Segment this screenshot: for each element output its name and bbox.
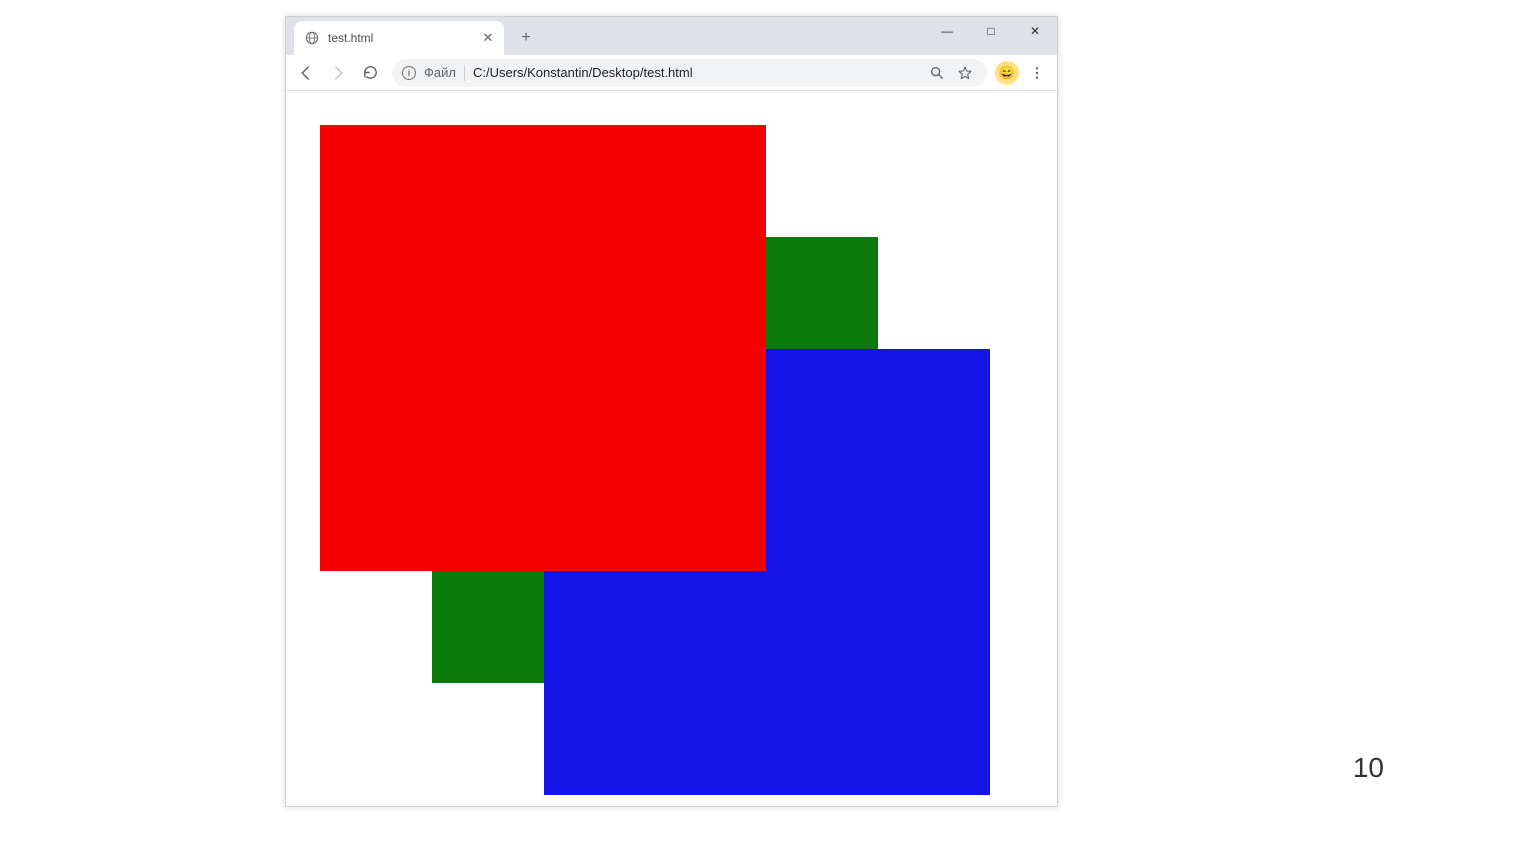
arrow-right-icon: [329, 64, 347, 82]
back-button[interactable]: [292, 59, 320, 87]
bookmark-button[interactable]: [953, 61, 977, 85]
slide-number: 10: [1353, 752, 1384, 784]
new-tab-button[interactable]: +: [512, 24, 540, 52]
tab-title: test.html: [328, 31, 480, 45]
browser-window: test.html ✕ + — □ ✕: [285, 16, 1058, 807]
kebab-icon: [1029, 65, 1045, 81]
red-square: [320, 125, 766, 571]
address-bar[interactable]: i Файл C:/Users/Konstantin/Desktop/test.…: [392, 59, 987, 87]
window-minimize-button[interactable]: —: [925, 17, 969, 45]
url-text: C:/Users/Konstantin/Desktop/test.html: [473, 65, 917, 80]
tab-close-button[interactable]: ✕: [480, 30, 496, 46]
browser-toolbar: i Файл C:/Users/Konstantin/Desktop/test.…: [286, 55, 1057, 91]
file-scheme-label: Файл: [424, 65, 456, 80]
page-viewport: [286, 91, 1057, 806]
menu-button[interactable]: [1023, 59, 1051, 87]
separator: [464, 65, 465, 81]
site-info-icon[interactable]: i: [402, 66, 416, 80]
globe-icon: [304, 30, 320, 46]
zoom-button[interactable]: [925, 61, 949, 85]
star-icon: [957, 65, 973, 81]
window-maximize-button[interactable]: □: [969, 17, 1013, 45]
tab-strip: test.html ✕ + — □ ✕: [286, 17, 1057, 55]
window-close-button[interactable]: ✕: [1013, 17, 1057, 45]
profile-avatar[interactable]: 😄: [995, 61, 1019, 85]
reload-button[interactable]: [356, 59, 384, 87]
reload-icon: [362, 64, 379, 81]
browser-tab[interactable]: test.html ✕: [294, 21, 504, 55]
magnifier-icon: [929, 65, 945, 81]
avatar-emoji-icon: 😄: [999, 65, 1015, 81]
arrow-left-icon: [297, 64, 315, 82]
maximize-icon: □: [987, 24, 994, 38]
close-icon: ✕: [1030, 24, 1040, 38]
minimize-icon: —: [941, 24, 953, 38]
forward-button[interactable]: [324, 59, 352, 87]
window-controls: — □ ✕: [925, 17, 1057, 45]
